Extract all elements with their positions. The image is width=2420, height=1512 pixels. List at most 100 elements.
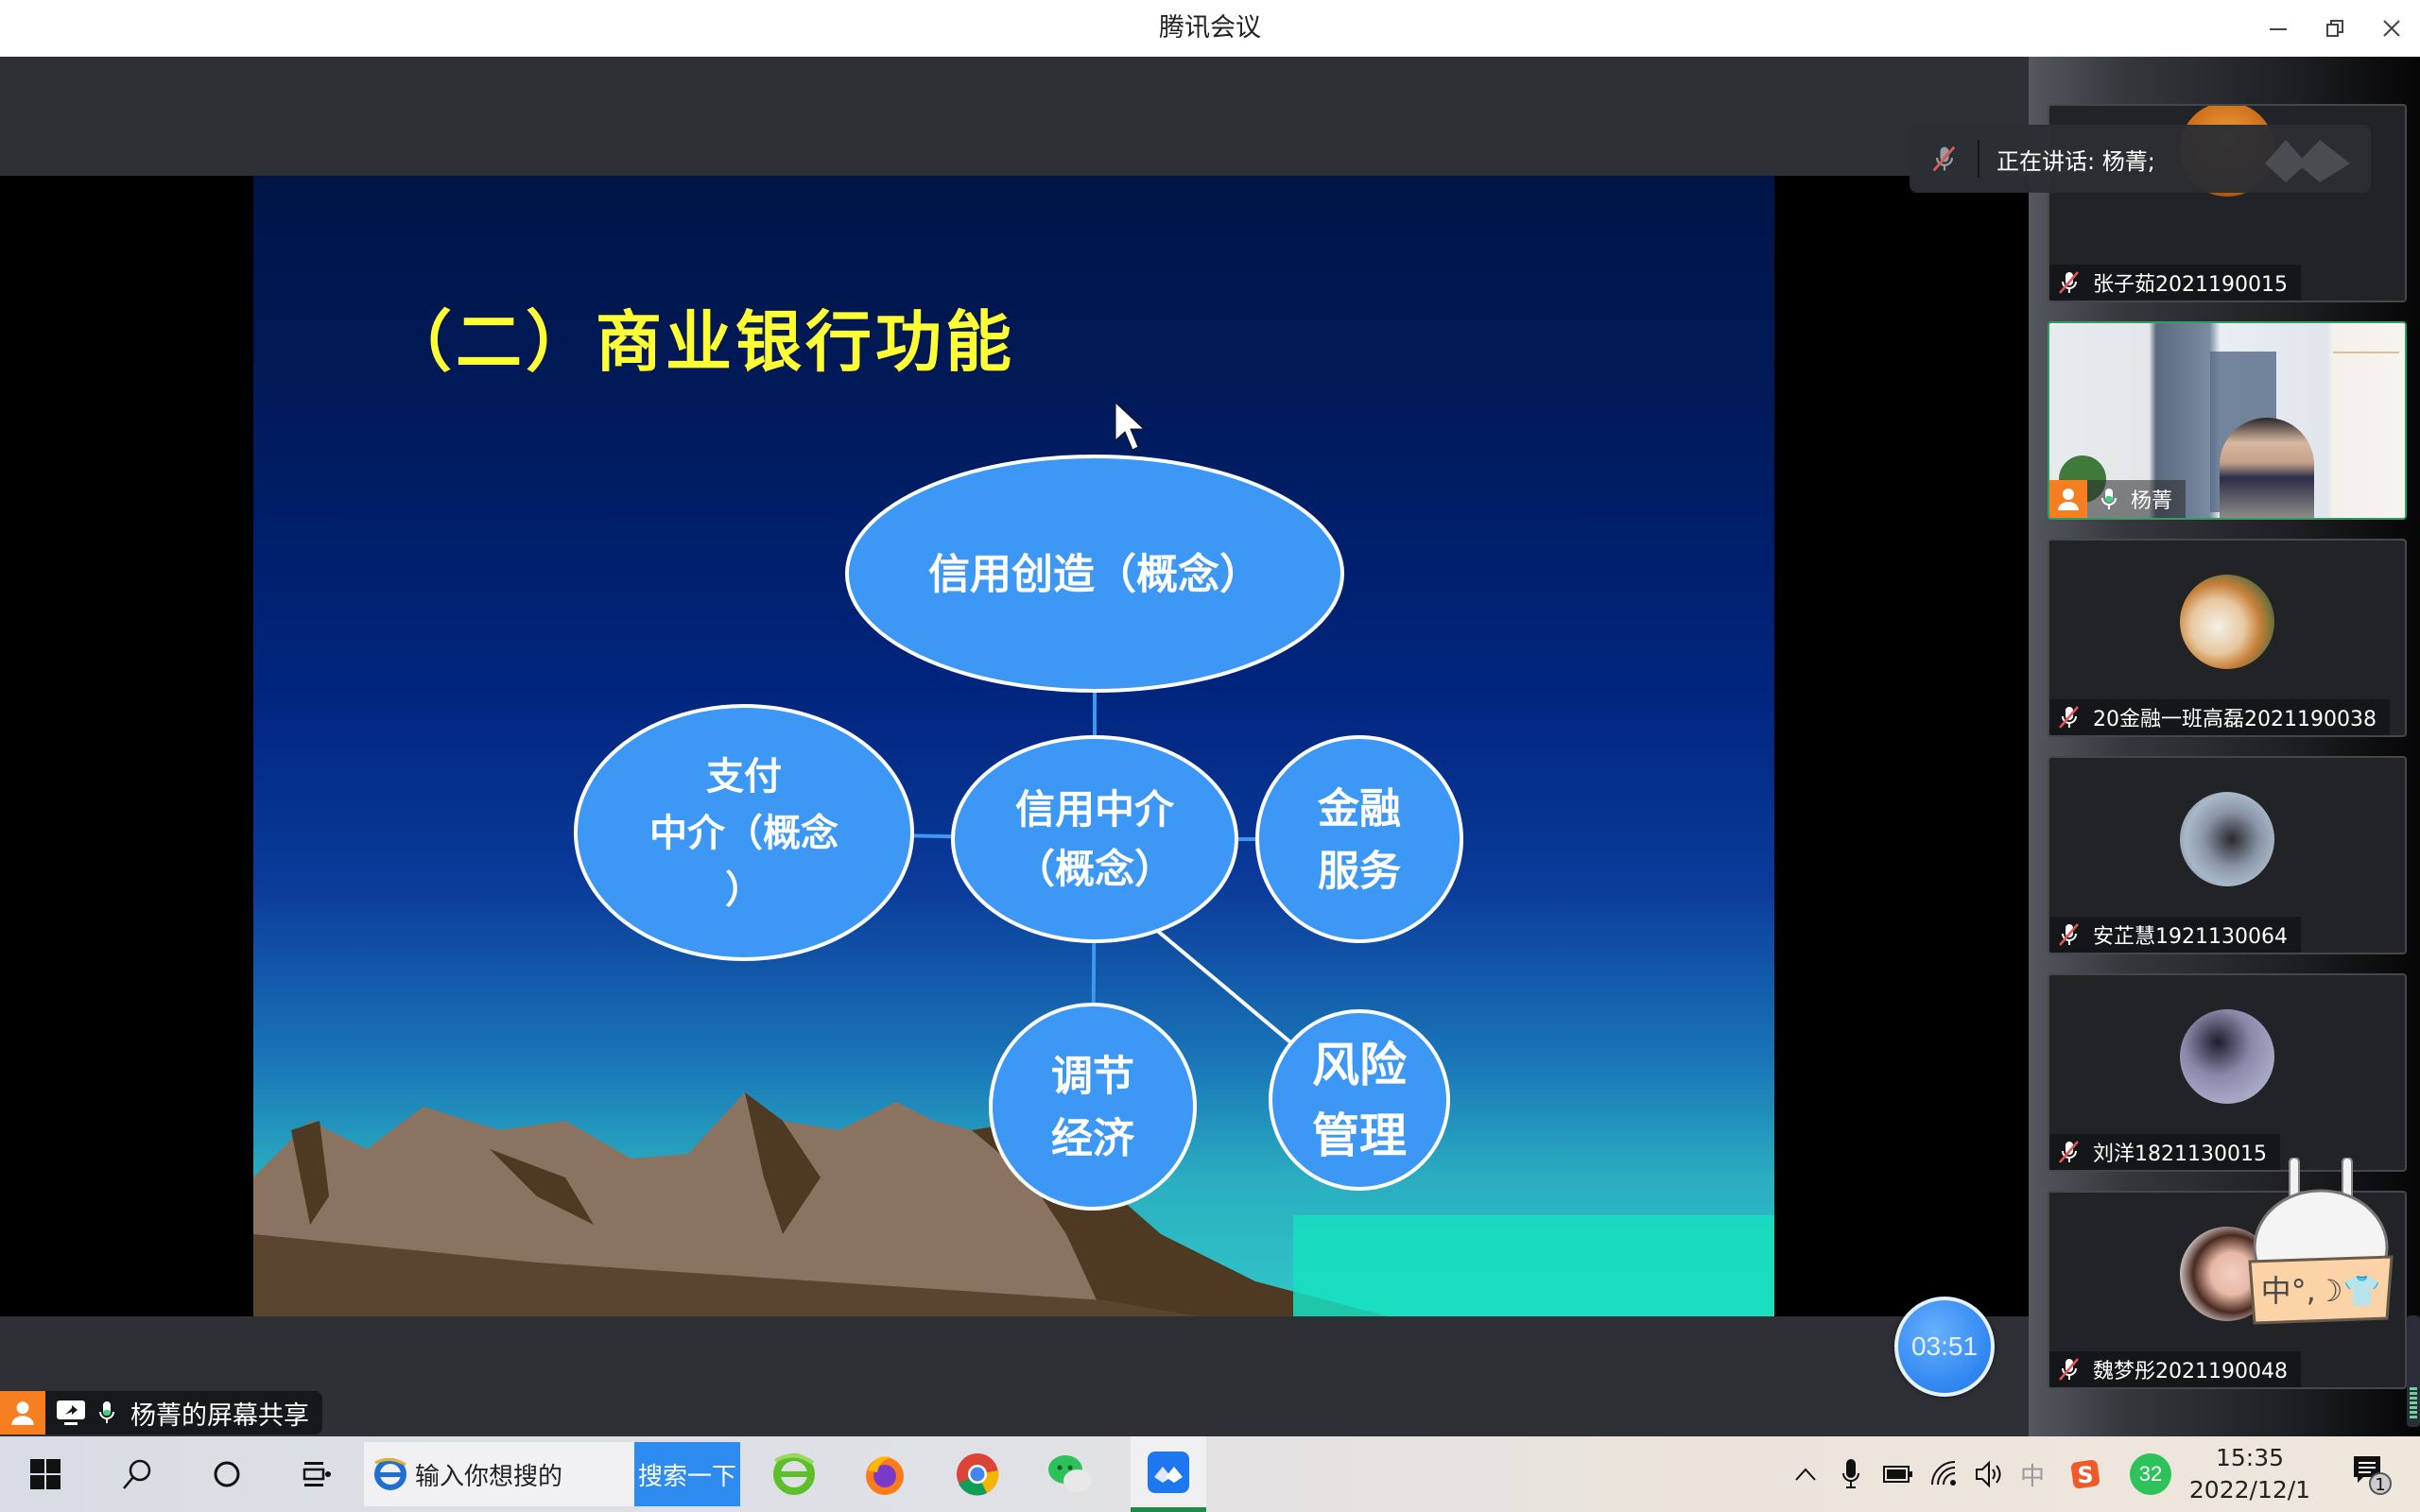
diagram-node-shape [951,735,1238,943]
taskbar-app-tencent-meeting[interactable] [1131,1436,1206,1512]
diagram-node-credit-creation: 信用创造（概念） [845,455,1344,693]
mic-muted-icon [2059,1141,2079,1163]
clock-date: 2022/12/1 [2188,1476,2311,1503]
ime-status-sticker[interactable]: 中°,☽👕 [2231,1157,2411,1337]
close-icon [2383,20,2400,37]
sidebar-scrollbar[interactable] [2407,1315,2420,1427]
avatar [2180,575,2274,669]
screen-share-text: 杨菁的屏幕共享 [130,1400,309,1431]
mic-muted-icon [2059,1358,2079,1381]
diagram-node-regulate-economy: 调节经济 [989,1003,1197,1211]
countdown-timer[interactable]: 03:51 [1894,1297,1995,1397]
taskbar-app-chrome[interactable] [949,1436,1006,1512]
diagram-node-risk-management: 风险管理 [1269,1009,1450,1191]
participant-name-bar: 魏梦彤2021190048 [2049,1351,2301,1387]
taskbar-app-360-browser[interactable] [766,1436,822,1512]
participant-tile[interactable]: 安芷慧1921130064 [2048,756,2407,954]
clock-time: 15:35 [2215,1444,2285,1471]
participant-name-bar: 20金融一班高磊2021190038 [2049,699,2390,735]
participant-name: 张子茹2021190015 [2093,273,2288,297]
diagram-nodes: 信用创造（概念）支付中介（概念）信用中介（概念）金融服务调节经济风险管理 [574,455,1463,1211]
diagram-node-financial-services: 金融服务 [1255,735,1463,943]
mic-active-icon [99,1401,114,1423]
participant-name-bar: 张子茹2021190015 [2049,265,2301,301]
volume-meter [2410,1387,2417,1419]
tray-sogou-ime[interactable]: S [2065,1436,2106,1512]
diagram-node-label: 中介（概念 [649,812,838,855]
task-view-icon [302,1462,331,1486]
tray-security-badge[interactable]: 32 [2127,1436,2174,1512]
participant-tile[interactable]: 刘洋1821130015 [2048,973,2407,1172]
divider [1978,140,1979,178]
tray-ime-indicator[interactable]: 中 [2014,1436,2051,1512]
sogou-icon: S [2070,1459,2100,1489]
ime-sticker-text: 中°,☽👕 [2261,1273,2381,1309]
diagram-node-label: 信用创造（概念） [928,550,1261,598]
tencent-meeting-logo-icon [2265,140,2350,182]
tray-wifi[interactable] [1925,1436,1966,1512]
diagram-node-credit-intermediary: 信用中介 （概念） [951,735,1238,943]
taskbar-app-firefox[interactable] [856,1436,913,1512]
mic-muted-icon[interactable] [1928,143,1961,175]
participant-name: 魏梦彤2021190048 [2093,1360,2288,1383]
chevron-up-icon [1795,1468,1816,1481]
host-badge [2049,480,2087,518]
tray-battery[interactable] [1877,1436,1919,1512]
search-placeholder: 输入你想搜的 [415,1462,563,1491]
firefox-icon [866,1456,904,1495]
minimize-button[interactable] [2250,0,2307,57]
search-submit-button[interactable]: 搜索一下 [634,1442,740,1506]
diagram-node-label: 风险 [1312,1038,1408,1092]
diagram-node-shape [1255,735,1463,943]
diagram-node-label: 支付 [706,755,782,799]
diagram-node-payment-intermediary: 支付中介（概念 ） [574,704,914,961]
mouse-cursor-icon [1115,401,1146,451]
participant-name: 20金融一班高磊2021190038 [2093,708,2377,731]
shared-slide[interactable]: 信用创造（概念） 支付 中介（概念）信用中介 （概念） 金融 服务 调节 经济 风险 管理 （二）… [253,176,1774,1316]
ie-browser-icon [374,1458,406,1490]
video-person [2220,418,2314,518]
participant-name-bar: 杨菁 [2049,480,2187,518]
participant-name-bar: 安芷慧1921130064 [2049,917,2301,953]
mic-muted-icon [2059,271,2079,294]
close-button[interactable] [2363,0,2420,57]
wechat-icon [1048,1455,1092,1492]
shelf [2333,352,2399,353]
slide-title: （二）商业银行功能 [386,303,1015,381]
task-view-button[interactable] [288,1436,345,1512]
tray-overflow-button[interactable] [1787,1436,1824,1512]
speaking-text: 正在讲话: 杨菁; [1996,147,2155,175]
cortana-icon [214,1461,240,1487]
clock[interactable]: 15:35 2022/12/1 [2184,1442,2316,1506]
diagram-node-label: （概念） [1015,846,1174,892]
tray-microphone[interactable] [1832,1436,1870,1512]
action-center-button[interactable]: 1 [2339,1436,2405,1512]
speaker-icon [1976,1460,2001,1488]
person-icon [11,1401,34,1425]
taskbar-app-wechat[interactable] [1042,1436,1098,1512]
start-button[interactable] [17,1436,74,1512]
participant-tile[interactable]: 20金融一班高磊2021190038 [2048,539,2407,737]
tray-volume[interactable] [1970,1436,2012,1512]
minimize-icon [2270,28,2287,30]
participant-name: 安芷慧1921130064 [2093,925,2288,949]
browser-search-input[interactable]: 输入你想搜的 [364,1442,634,1506]
bunny-sticker-icon: 中°,☽👕 [2248,1157,2394,1325]
notification-icon: 1 [2354,1456,2392,1495]
window-title: 腾讯会议 [1159,13,1261,43]
diagram-node-label: 经济 [1051,1114,1135,1162]
diagram-node-label: 金融 [1317,784,1401,833]
diagram-node-label: 管理 [1312,1108,1407,1163]
chrome-icon [957,1453,999,1496]
search-button[interactable] [109,1436,165,1512]
search-icon [123,1459,151,1489]
screen-share-label[interactable]: 杨菁的屏幕共享 [0,1391,322,1435]
windows-logo-icon [30,1459,60,1489]
cortana-button[interactable] [199,1436,255,1512]
restore-button[interactable] [2307,0,2363,57]
host-badge [0,1391,45,1435]
speaking-banner: 正在讲话: 杨菁; [1910,125,2371,193]
participant-name: 杨菁 [2131,490,2173,513]
participant-tile-video[interactable]: 杨菁 [2048,321,2407,520]
svg-text:S: S [2077,1462,2093,1488]
